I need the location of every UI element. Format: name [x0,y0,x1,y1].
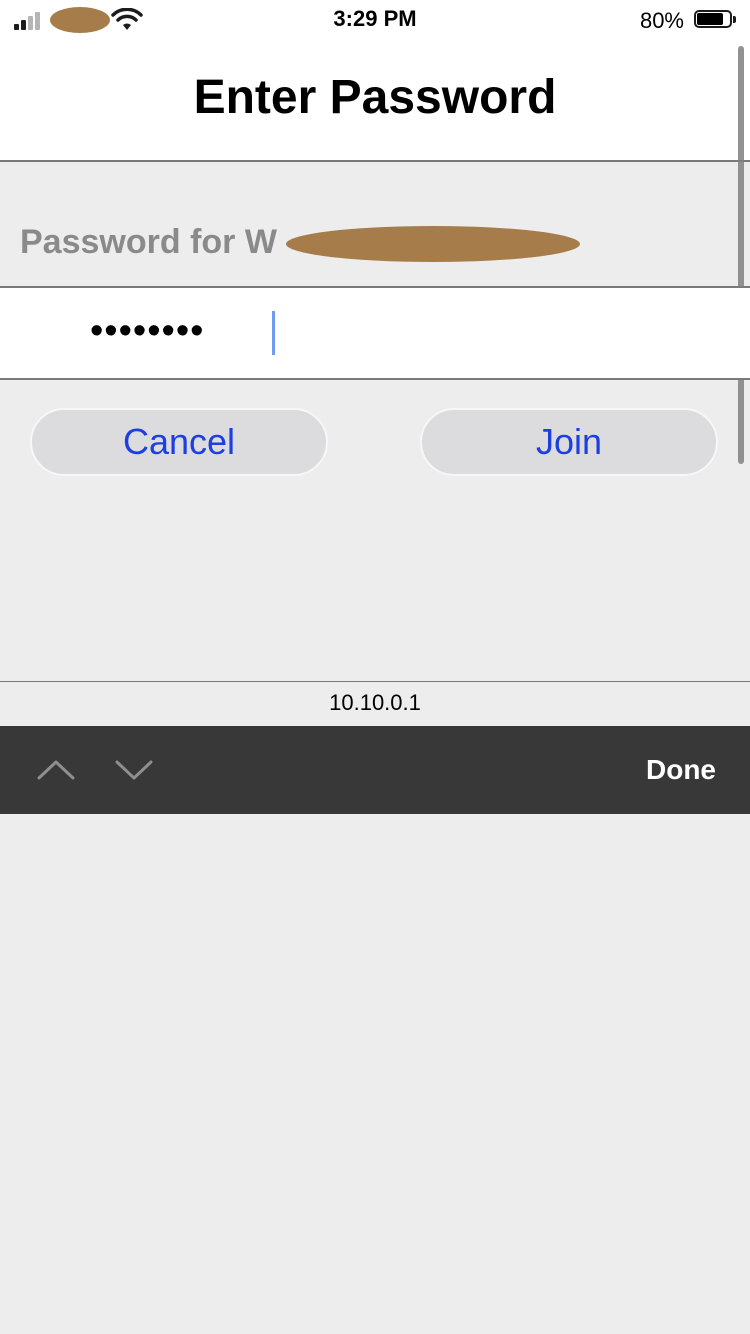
cancel-button[interactable]: Cancel [30,408,328,476]
chevron-down-icon[interactable] [114,754,154,784]
network-name-redaction [286,226,580,262]
password-masked-value: •••••••• [90,310,205,352]
password-input[interactable]: •••••••• [0,286,750,380]
battery-fill [697,13,723,25]
address-divider [0,681,750,682]
text-cursor [272,311,275,355]
join-button[interactable]: Join [420,408,718,476]
keyboard-toolbar: Done [0,726,750,814]
page-title: Enter Password [193,71,557,124]
password-prompt-label: Password for W [20,223,277,261]
chevron-up-icon[interactable] [36,754,76,784]
status-time: 3:29 PM [333,6,417,31]
status-bar: 3:29 PM 80% [0,0,750,40]
address-label: 10.10.0.1 [329,690,421,715]
battery-icon [694,10,738,30]
done-button[interactable]: Done [646,754,716,786]
scroll-indicator[interactable] [738,46,744,464]
battery-percent: 80% [639,8,684,33]
title-bar: Enter Password [0,40,750,162]
